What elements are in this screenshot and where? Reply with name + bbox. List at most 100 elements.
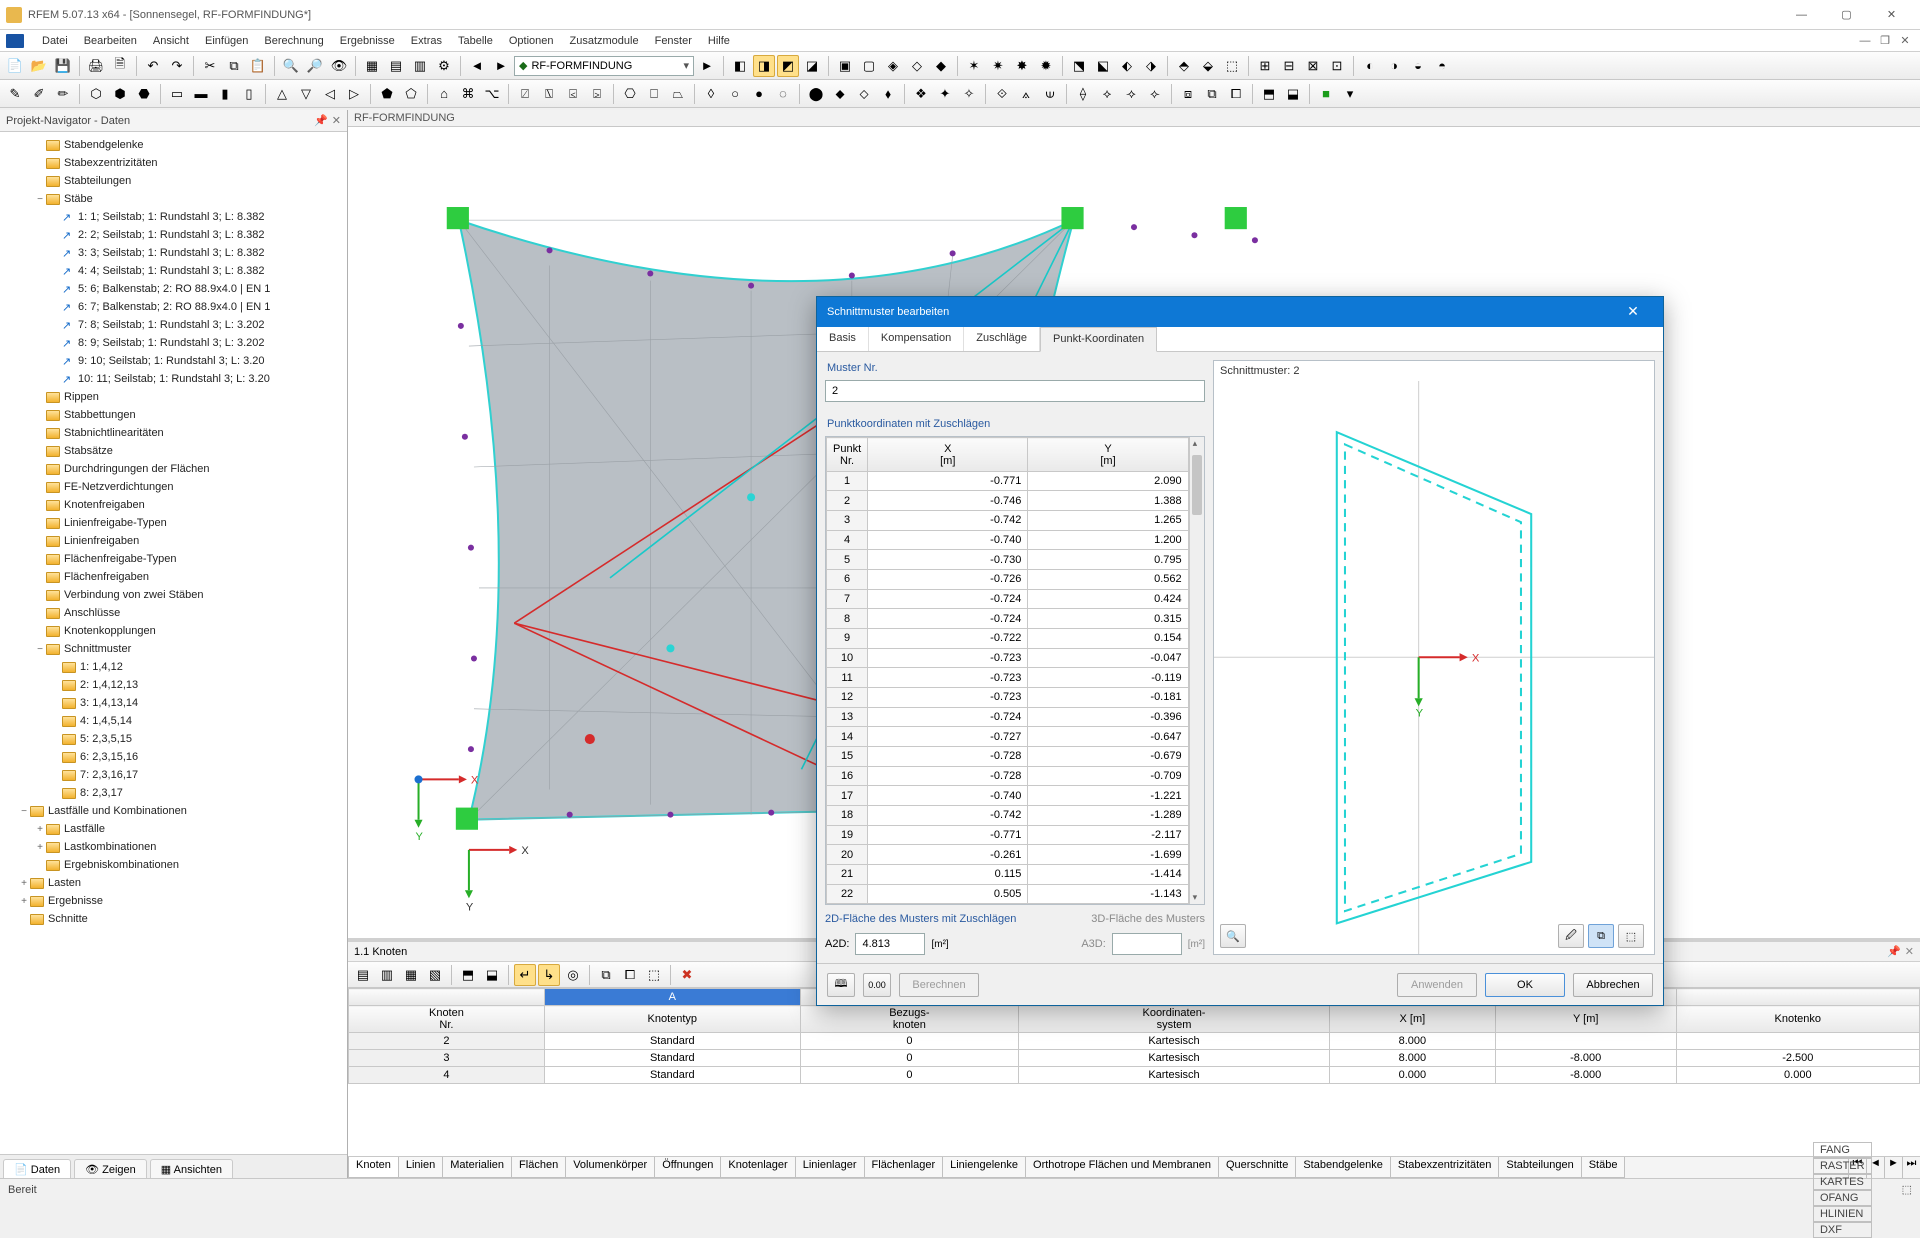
bottom-tab-flächen[interactable]: Flächen <box>511 1157 566 1178</box>
tool-b-icon[interactable]: ◨ <box>753 55 775 77</box>
tree-folder[interactable]: Linienfreigaben <box>2 532 347 550</box>
tbl-tool-icon[interactable]: ⬚ <box>643 964 665 986</box>
bottom-tab-stäbe[interactable]: Stäbe <box>1581 1157 1626 1178</box>
tb-icon[interactable]: ◐ <box>1359 55 1381 77</box>
tbl-tool-icon[interactable]: ▧ <box>424 964 446 986</box>
tb-icon[interactable]: ⬗ <box>1140 55 1162 77</box>
tool-a-icon[interactable]: ◧ <box>729 55 751 77</box>
tree-folder[interactable]: 4: 1,4,5,14 <box>2 712 347 730</box>
tree-folder[interactable]: Knotenfreigaben <box>2 496 347 514</box>
zoom-icon[interactable]: 🔍 <box>280 55 302 77</box>
tree-folder[interactable]: Anschlüsse <box>2 604 347 622</box>
tool2-icon[interactable]: ✏ <box>52 83 74 105</box>
tool2-icon[interactable]: ⎔ <box>619 83 641 105</box>
tbl-tool-icon[interactable]: ▦ <box>400 964 422 986</box>
tool2-icon[interactable]: ▽ <box>295 83 317 105</box>
tool2-icon[interactable]: ⟒ <box>1039 83 1061 105</box>
print-icon[interactable]: 🖨 <box>85 55 107 77</box>
status-seg-kartes[interactable]: KARTES <box>1813 1174 1872 1190</box>
tool2-icon[interactable]: ▭ <box>166 83 188 105</box>
tbl-tool-icon[interactable]: ⧉ <box>595 964 617 986</box>
tb-icon[interactable]: ⊠ <box>1302 55 1324 77</box>
tb-icon[interactable]: ⬕ <box>1092 55 1114 77</box>
tool2-icon[interactable]: ⧈ <box>1177 83 1199 105</box>
tool2-icon[interactable]: ▯ <box>238 83 260 105</box>
tree-folder[interactable]: Stabteilungen <box>2 172 347 190</box>
tree-folder[interactable]: Stabendgelenke <box>2 136 347 154</box>
open-icon[interactable]: 📂 <box>28 55 50 77</box>
nav-tab-ansichten[interactable]: ▦ Ansichten <box>150 1159 233 1179</box>
nav-tab-daten[interactable]: 📄 Daten <box>3 1159 71 1179</box>
tree-folder[interactable]: −Stäbe <box>2 190 347 208</box>
tool2-icon[interactable]: ▬ <box>190 83 212 105</box>
tree-folder[interactable]: Linienfreigabe-Typen <box>2 514 347 532</box>
tree-folder[interactable]: 2: 1,4,12,13 <box>2 676 347 694</box>
tree-folder[interactable]: Stabsätze <box>2 442 347 460</box>
tree-folder[interactable]: 5: 2,3,5,15 <box>2 730 347 748</box>
preview-search-icon[interactable]: 🔍 <box>1220 924 1246 948</box>
tree-folder[interactable]: Flächenfreigaben <box>2 568 347 586</box>
tool2-icon[interactable]: ⍃ <box>562 83 584 105</box>
next-lc-icon[interactable]: ► <box>696 55 718 77</box>
bottom-tab-linien[interactable]: Linien <box>398 1157 443 1178</box>
tool2-icon[interactable]: ⬢ <box>109 83 131 105</box>
bottom-tab-materialien[interactable]: Materialien <box>442 1157 512 1178</box>
loadcase-combo[interactable]: ◆ RF-FORMFINDUNG ▾ <box>514 56 694 76</box>
layers-icon[interactable]: ▤ <box>385 55 407 77</box>
view-icon[interactable]: 👁 <box>328 55 350 77</box>
tree-folder[interactable]: Knotenkopplungen <box>2 622 347 640</box>
bottom-tab-liniengelenke[interactable]: Liniengelenke <box>942 1157 1026 1178</box>
tb-icon[interactable]: ⊡ <box>1326 55 1348 77</box>
tool2-icon[interactable]: ■ <box>1315 83 1337 105</box>
status-seg-hlinien[interactable]: HLINIEN <box>1813 1206 1872 1222</box>
tool-c-icon[interactable]: ◩ <box>777 55 799 77</box>
new-icon[interactable]: 📄 <box>4 55 26 77</box>
bottom-tab-öffnungen[interactable]: Öffnungen <box>654 1157 721 1178</box>
close-button[interactable]: ✕ <box>1869 1 1914 29</box>
bottom-tab-querschnitte[interactable]: Querschnitte <box>1218 1157 1296 1178</box>
bottom-tab-knoten[interactable]: Knoten <box>348 1157 399 1178</box>
maximize-button[interactable]: ▢ <box>1824 1 1869 29</box>
tab-nav-icon[interactable]: ► <box>1884 1157 1902 1178</box>
preview-tool-2[interactable]: ⧉ <box>1588 924 1614 948</box>
tool2-icon[interactable]: ✦ <box>934 83 956 105</box>
tbl-tool-icon[interactable]: ▤ <box>352 964 374 986</box>
tool2-icon[interactable]: ● <box>748 83 770 105</box>
tb-icon[interactable]: ⬚ <box>1221 55 1243 77</box>
nav-left-icon[interactable]: ◄ <box>466 55 488 77</box>
berechnen-button[interactable]: Berechnen <box>899 973 979 997</box>
tool2-icon[interactable]: △ <box>271 83 293 105</box>
undo-icon[interactable]: ↶ <box>142 55 164 77</box>
tool2-icon[interactable]: ◁ <box>319 83 341 105</box>
tbl-tool-icon[interactable]: ✖ <box>676 964 698 986</box>
bottom-tab-stabteilungen[interactable]: Stabteilungen <box>1498 1157 1581 1178</box>
dialog-close-button[interactable]: ✕ <box>1613 303 1653 320</box>
abbrechen-button[interactable]: Abbrechen <box>1573 973 1653 997</box>
print-preview-icon[interactable]: 🗎 <box>109 55 131 77</box>
tbl-tool-icon[interactable]: ▥ <box>376 964 398 986</box>
copy-icon[interactable]: ⧉ <box>223 55 245 77</box>
minimize-button[interactable]: — <box>1779 1 1824 29</box>
tool2-icon[interactable]: ◌ <box>772 83 794 105</box>
tool2-icon[interactable]: ✐ <box>28 83 50 105</box>
dialog-tab-kompensation[interactable]: Kompensation <box>869 327 964 352</box>
status-seg-dxf[interactable]: DXF <box>1813 1222 1872 1238</box>
pin-icon[interactable]: 📌 <box>1887 945 1901 958</box>
navigator-tree[interactable]: StabendgelenkeStabexzentrizitätenStabtei… <box>0 132 347 1154</box>
tree-folder[interactable]: Schnitte <box>2 910 347 928</box>
bottom-tab-linienlager[interactable]: Linienlager <box>795 1157 865 1178</box>
tb-icon[interactable]: ◆ <box>930 55 952 77</box>
tree-item[interactable]: ↗9: 10; Seilstab; 1: Rundstahl 3; L: 3.2… <box>2 352 347 370</box>
tree-item[interactable]: ↗1: 1; Seilstab; 1: Rundstahl 3; L: 8.38… <box>2 208 347 226</box>
tool2-icon[interactable]: ✎ <box>4 83 26 105</box>
dialog-tab-basis[interactable]: Basis <box>817 327 869 352</box>
chevron-down-icon[interactable]: ▾ <box>1339 83 1361 105</box>
tool2-icon[interactable]: ⍄ <box>586 83 608 105</box>
tool2-icon[interactable]: ⧠ <box>1225 83 1247 105</box>
tool2-icon[interactable]: ⬣ <box>133 83 155 105</box>
tree-item[interactable]: ↗5: 6; Balkenstab; 2: RO 88.9x4.0 | EN 1 <box>2 280 347 298</box>
tb-icon[interactable]: ✹ <box>1035 55 1057 77</box>
tbl-tool-icon[interactable]: ↳ <box>538 964 560 986</box>
dialog-tab-zuschlaege[interactable]: Zuschläge <box>964 327 1040 352</box>
tree-folder[interactable]: 8: 2,3,17 <box>2 784 347 802</box>
